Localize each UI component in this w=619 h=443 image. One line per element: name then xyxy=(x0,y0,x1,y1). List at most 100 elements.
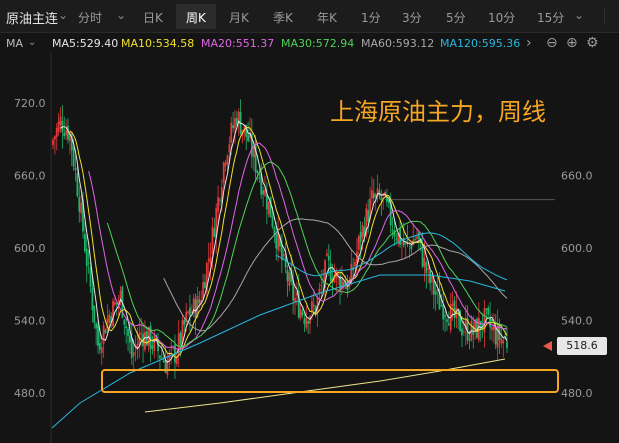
candle-body xyxy=(305,317,308,328)
candle-body xyxy=(371,190,373,199)
chart-annotation: 上海原油主力，周线 xyxy=(330,98,546,126)
chevron-down-icon[interactable]: ⌄ xyxy=(28,37,36,48)
candle-body xyxy=(361,225,364,238)
candle-body xyxy=(91,287,94,310)
ma20-label: MA20:551.37 xyxy=(201,37,275,50)
candle-body xyxy=(78,196,81,212)
candle-body xyxy=(406,240,409,242)
tab-intraday[interactable]: 分时 xyxy=(78,9,102,26)
candle-body xyxy=(207,258,210,262)
candle-body xyxy=(485,308,488,311)
chevron-right-icon[interactable]: › xyxy=(526,35,532,51)
candle-body xyxy=(282,253,285,257)
candle-body xyxy=(209,256,212,264)
candle-body xyxy=(198,299,201,304)
candle-body xyxy=(429,270,431,284)
candle-body xyxy=(425,262,428,274)
zoom-out-icon[interactable]: ⊖ xyxy=(546,35,558,51)
candle-body xyxy=(87,262,90,264)
candle-body xyxy=(434,291,437,295)
candle-body xyxy=(303,318,306,324)
candle-body xyxy=(506,341,508,349)
chevron-down-icon[interactable]: ⌄ xyxy=(58,8,68,22)
left-axis-tick: 660.0 xyxy=(14,170,46,183)
tab-1min[interactable]: 1分 xyxy=(361,9,381,26)
candle-body xyxy=(359,231,362,242)
tab-monthly[interactable]: 月K xyxy=(229,9,249,26)
candle-body xyxy=(262,190,265,195)
chevron-down-icon[interactable]: ⌄ xyxy=(116,8,126,22)
candle-body xyxy=(194,299,197,319)
candle-body xyxy=(502,340,505,344)
zoom-in-icon[interactable]: ⊕ xyxy=(566,35,578,51)
candle-body xyxy=(226,155,229,165)
candle-body xyxy=(53,136,56,140)
candle-body xyxy=(159,355,161,359)
candle-body xyxy=(440,305,443,307)
candle-body xyxy=(477,318,480,341)
candle-body xyxy=(219,199,221,201)
candle-body xyxy=(217,197,219,212)
candle-body xyxy=(380,197,383,200)
tab-quarterly[interactable]: 季K xyxy=(273,9,293,26)
ma5-label: MA5:529.40 xyxy=(52,37,119,50)
candle-body xyxy=(183,319,186,326)
candle-body xyxy=(74,167,77,171)
candle-body xyxy=(288,272,291,286)
candle-body xyxy=(320,285,323,287)
candle-body xyxy=(487,307,490,315)
tab-10min[interactable]: 10分 xyxy=(488,9,515,26)
candle-body xyxy=(104,329,107,334)
tab-daily[interactable]: 日K xyxy=(143,9,163,26)
candle-body xyxy=(357,236,360,250)
divider xyxy=(604,9,605,23)
candle-body xyxy=(401,242,403,244)
ma120-label: MA120:595.36 xyxy=(440,37,521,50)
candle-body xyxy=(269,196,272,218)
candle-body xyxy=(367,210,370,222)
candle-body xyxy=(52,139,54,145)
candle-body xyxy=(492,326,495,331)
candle-body xyxy=(80,202,83,214)
candle-body xyxy=(354,261,356,267)
ma10-label: MA10:534.58 xyxy=(121,37,195,50)
candle-body xyxy=(299,309,302,319)
candle-body xyxy=(76,173,79,197)
candle-body xyxy=(431,276,433,283)
candle-body xyxy=(57,121,60,132)
ma10-line xyxy=(69,126,508,359)
tab-weekly[interactable]: 周K xyxy=(186,9,206,26)
candle-body xyxy=(189,307,191,316)
tab-5min[interactable]: 5分 xyxy=(446,9,466,26)
candle-body xyxy=(224,162,227,167)
right-axis-tick: 540.0 xyxy=(561,315,593,328)
candle-body xyxy=(275,233,278,249)
candle-body xyxy=(494,327,497,345)
candle-body xyxy=(372,193,375,198)
candle-body xyxy=(93,305,96,323)
tab-yearly[interactable]: 年K xyxy=(317,9,337,26)
candle-body xyxy=(417,232,420,240)
candle-body xyxy=(414,239,416,241)
ma-prefix: MA xyxy=(6,37,24,50)
candle-body xyxy=(230,122,233,143)
candle-body xyxy=(442,304,445,320)
right-axis-tick: 660.0 xyxy=(561,170,593,183)
candle-body xyxy=(286,269,289,282)
candle-body xyxy=(491,326,493,330)
tab-3min[interactable]: 3分 xyxy=(402,9,422,26)
candle-body xyxy=(151,345,154,349)
candle-body xyxy=(162,360,165,363)
gear-icon[interactable]: ⚙ xyxy=(586,35,599,51)
right-axis-tick: 480.0 xyxy=(561,387,593,400)
candle-body xyxy=(267,201,270,215)
candle-body xyxy=(416,236,418,239)
moving-average-bar: MA ⌄ MA5:529.40 MA10:534.58 MA20:551.37 … xyxy=(0,33,619,53)
long-term-yellow-line xyxy=(144,358,506,413)
tab-15min[interactable]: 15分 xyxy=(537,9,564,26)
support-zone-highlight xyxy=(101,369,559,393)
right-axis-tick: 600.0 xyxy=(561,242,593,255)
chevron-down-icon[interactable]: ⌄ xyxy=(574,8,584,22)
candle-body xyxy=(232,125,234,129)
candle-body xyxy=(265,194,268,210)
